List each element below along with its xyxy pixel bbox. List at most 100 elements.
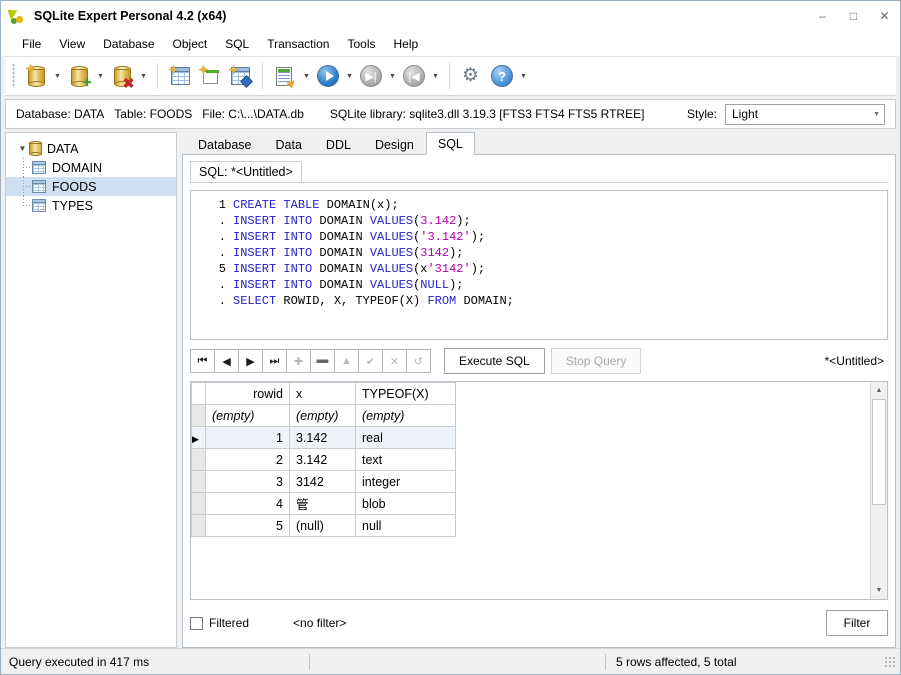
results-vertical-scrollbar[interactable]: ▲ ▼: [870, 382, 887, 599]
execute-dropdown[interactable]: ▼: [343, 60, 356, 92]
insert-record-button[interactable]: ✚: [286, 349, 311, 373]
sql-editor[interactable]: 1 CREATE TABLE DOMAIN(x); . INSERT INTO …: [190, 190, 888, 340]
delete-record-button[interactable]: ➖: [310, 349, 335, 373]
cancel-edit-button[interactable]: ✕: [382, 349, 407, 373]
close-button[interactable]: ✕: [869, 1, 900, 32]
open-database-button[interactable]: ✦: [21, 60, 51, 92]
cell-typeof[interactable]: text: [355, 448, 456, 471]
help-button[interactable]: ?: [487, 60, 517, 92]
cell-typeof[interactable]: integer: [355, 470, 456, 493]
sql-editor-button[interactable]: [270, 60, 300, 92]
menu-object[interactable]: Object: [164, 34, 217, 54]
cell-typeof[interactable]: real: [355, 426, 456, 449]
column-header-typeof[interactable]: TYPEOF(X): [355, 382, 456, 405]
menu-tools[interactable]: Tools: [338, 34, 384, 54]
tree-node-database[interactable]: ▼ DATA: [6, 139, 176, 158]
sql-editor-dropdown[interactable]: ▼: [300, 60, 313, 92]
cell-rowid[interactable]: 3: [205, 470, 290, 493]
filter-cell-rowid[interactable]: (empty): [205, 404, 290, 427]
refresh-button[interactable]: ↺: [406, 349, 431, 373]
tab-ddl[interactable]: DDL: [314, 134, 363, 155]
tab-database[interactable]: Database: [186, 134, 264, 155]
filtered-checkbox[interactable]: [190, 616, 203, 630]
maximize-button[interactable]: □: [838, 1, 869, 32]
column-header-x[interactable]: x: [289, 382, 356, 405]
open-database-dropdown[interactable]: ▼: [51, 60, 64, 92]
cell-x[interactable]: (null): [289, 514, 356, 537]
new-database-button[interactable]: +: [64, 60, 94, 92]
delete-database-button[interactable]: ✖: [107, 60, 137, 92]
tree-node-types[interactable]: TYPES: [6, 196, 176, 215]
execute-button[interactable]: [313, 60, 343, 92]
menu-database[interactable]: Database: [94, 34, 163, 54]
next-record-button[interactable]: ▶: [238, 349, 263, 373]
status-rows-affected: 5 rows affected, 5 total: [616, 654, 737, 669]
status-bar: Query executed in 417 ms 5 rows affected…: [1, 648, 900, 674]
minimize-button[interactable]: –: [807, 1, 838, 32]
scroll-up-icon[interactable]: ▲: [871, 382, 887, 399]
menu-file[interactable]: File: [13, 34, 50, 54]
step-back-dropdown[interactable]: ▼: [429, 60, 442, 92]
new-table-button[interactable]: ✦: [165, 60, 195, 92]
tree-node-foods[interactable]: FOODS: [6, 177, 176, 196]
sql-document-tabs: SQL: *<Untitled>: [190, 161, 888, 183]
execute-sql-button[interactable]: Execute SQL: [444, 348, 545, 374]
options-button[interactable]: ⚙: [457, 60, 487, 92]
cell-rowid[interactable]: 1: [205, 426, 290, 449]
step-forward-button[interactable]: ▶|: [356, 60, 386, 92]
database-delete-icon: ✖: [113, 65, 135, 90]
code-line: 1 CREATE TABLE DOMAIN(x);: [191, 197, 887, 213]
code-token: 3.142: [420, 214, 457, 228]
help-dropdown[interactable]: ▼: [517, 60, 530, 92]
cell-typeof[interactable]: null: [355, 514, 456, 537]
scroll-down-icon[interactable]: ▼: [871, 582, 887, 599]
step-back-button[interactable]: |◀: [399, 60, 429, 92]
cell-x[interactable]: 3142: [289, 470, 356, 493]
cell-typeof[interactable]: blob: [355, 492, 456, 515]
menu-help[interactable]: Help: [384, 34, 427, 54]
new-database-dropdown[interactable]: ▼: [94, 60, 107, 92]
scrollbar-thumb[interactable]: [872, 399, 886, 506]
cell-x[interactable]: 管: [289, 492, 356, 515]
first-record-button[interactable]: ⏮: [190, 349, 215, 373]
step-forward-dropdown[interactable]: ▼: [386, 60, 399, 92]
filter-cell-typeof[interactable]: (empty): [355, 404, 456, 427]
tab-design[interactable]: Design: [363, 134, 426, 155]
resize-grip-icon[interactable]: [884, 655, 896, 668]
new-view-button[interactable]: ✦: [195, 60, 225, 92]
stop-query-button[interactable]: Stop Query: [550, 348, 642, 374]
menu-transaction[interactable]: Transaction: [258, 34, 338, 54]
last-record-button[interactable]: ⏭: [262, 349, 287, 373]
cell-rowid[interactable]: 2: [205, 448, 290, 471]
post-edit-button[interactable]: ✔: [358, 349, 383, 373]
table-row[interactable]: 2 3.142 text: [191, 448, 456, 471]
sql-document-tab[interactable]: SQL: *<Untitled>: [190, 161, 302, 182]
expand-collapse-icon[interactable]: ▼: [16, 144, 29, 153]
edit-record-button[interactable]: ▲: [334, 349, 359, 373]
tab-sql[interactable]: SQL: [425, 132, 475, 155]
table-row[interactable]: 5 (null) null: [191, 514, 456, 537]
prev-record-button[interactable]: ◀: [214, 349, 239, 373]
scrollbar-track[interactable]: [871, 399, 887, 582]
cell-rowid[interactable]: 5: [205, 514, 290, 537]
tab-data[interactable]: Data: [264, 134, 314, 155]
delete-database-dropdown[interactable]: ▼: [137, 60, 150, 92]
column-header-rowid[interactable]: rowid: [205, 382, 290, 405]
filter-expression-text: <no filter>: [293, 616, 347, 630]
tree-node-domain[interactable]: DOMAIN: [6, 158, 176, 177]
cell-x[interactable]: 3.142: [289, 448, 356, 471]
style-select[interactable]: Light ▼: [725, 103, 885, 125]
new-index-button[interactable]: ✦: [225, 60, 255, 92]
menu-sql[interactable]: SQL: [216, 34, 258, 54]
toolbar-grip[interactable]: [11, 64, 18, 88]
body-area: ▼ DATA DOMAIN FOODS TYPES Database Data …: [1, 129, 900, 648]
filter-button[interactable]: Filter: [826, 610, 888, 636]
cell-rowid[interactable]: 4: [205, 492, 290, 515]
filter-cell-x[interactable]: (empty): [289, 404, 356, 427]
cell-x[interactable]: 3.142: [289, 426, 356, 449]
table-info: Table: FOODS: [114, 107, 193, 121]
table-row[interactable]: 4 管 blob: [191, 492, 456, 515]
table-row[interactable]: ▶ 1 3.142 real: [191, 426, 456, 449]
menu-view[interactable]: View: [50, 34, 94, 54]
table-row[interactable]: 3 3142 integer: [191, 470, 456, 493]
